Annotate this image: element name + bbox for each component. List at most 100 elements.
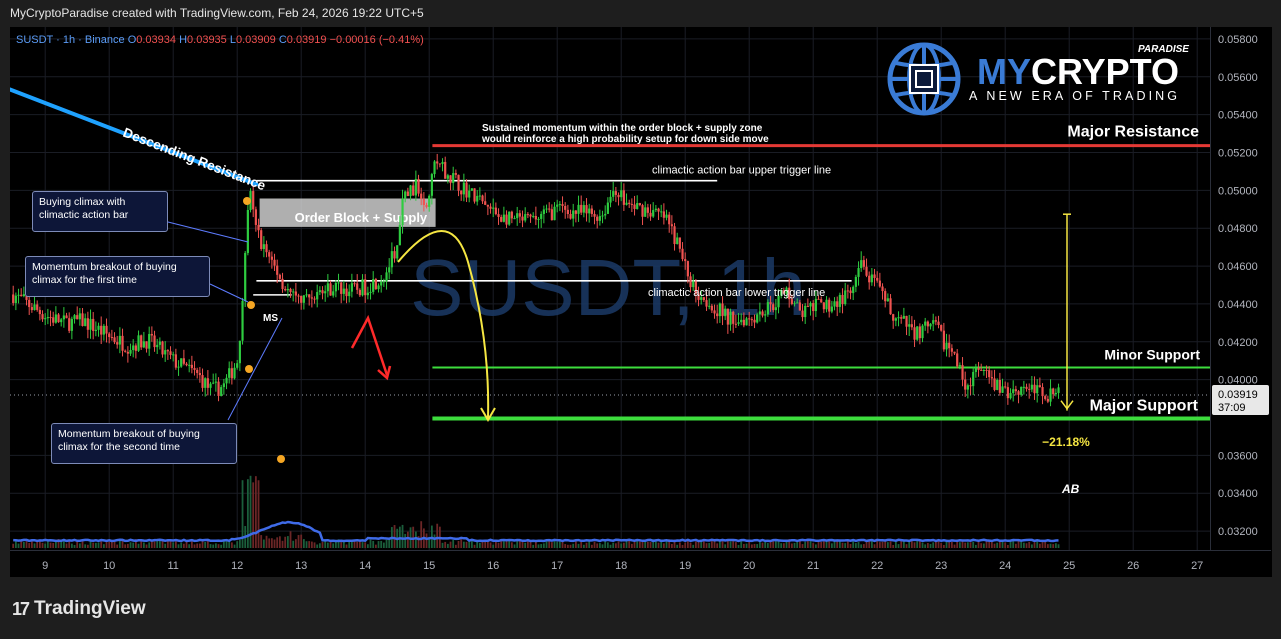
candle-body (148, 333, 151, 349)
volume-bar (921, 542, 924, 548)
volume-bar (550, 542, 553, 548)
candle-body (804, 305, 807, 318)
volume-bar (641, 541, 644, 548)
volume-bar (188, 544, 191, 548)
candle-body (940, 325, 943, 331)
candle-body (177, 366, 180, 368)
candle-body (132, 345, 135, 351)
tradingview-logo[interactable]: 17 TradingView (12, 598, 146, 620)
volume-bar (1030, 544, 1033, 548)
candle-body (748, 318, 751, 320)
volume-bar (126, 543, 129, 548)
candle-body (502, 214, 505, 222)
candle-body (396, 245, 399, 259)
countdown-label: 37:09 (1218, 402, 1246, 414)
volume-bar (404, 533, 407, 548)
candle-body (41, 314, 44, 320)
volume-bar (380, 540, 383, 548)
volume-bar (262, 539, 265, 548)
candle-body (268, 252, 271, 257)
candle-body (1020, 386, 1023, 395)
candle-body (1025, 386, 1028, 389)
volume-bar (46, 541, 49, 548)
minor-support-label: Minor Support (1104, 347, 1200, 363)
candle-body (486, 204, 489, 207)
volume-bar (436, 523, 439, 548)
volume-bar (678, 542, 681, 548)
volume-bar (28, 543, 31, 548)
volume-bar (950, 541, 953, 548)
chart-area[interactable]: SUSDT, 1h Order Block + Supply Descendin… (10, 27, 1210, 577)
note-connector (227, 317, 283, 421)
volume-bar (382, 542, 385, 548)
ohlc-legend[interactable]: SUSDT · 1h · Binance O0.03934 H0.03935 L… (16, 34, 424, 46)
volume-bar (289, 531, 292, 548)
volume-bar (929, 543, 932, 548)
volume-bar (537, 544, 540, 548)
volume-bar (566, 544, 569, 548)
volume-bar (582, 544, 585, 548)
candle-body (158, 341, 161, 345)
price-tick-label: 0.05200 (1218, 148, 1258, 160)
volume-bar (129, 542, 132, 548)
volume-bar (198, 543, 201, 548)
volume-bar (646, 541, 649, 548)
candle-body (44, 318, 47, 320)
candle-body (257, 224, 260, 231)
volume-bar (366, 544, 369, 548)
brand-tagline: A NEW ERA OF TRADING (969, 89, 1181, 103)
candle-body (526, 214, 529, 216)
volume-bar (588, 541, 591, 548)
volume-bar (870, 540, 873, 548)
candle-body (705, 300, 708, 307)
volume-bar (1052, 544, 1055, 548)
candle-body (857, 268, 860, 277)
candle-body (849, 290, 852, 294)
volume-bar (742, 543, 745, 548)
volume-bar (716, 543, 719, 548)
volume-bar (332, 543, 335, 548)
candle-body (353, 283, 356, 285)
volume-bar (284, 536, 287, 548)
candle-body (740, 319, 743, 323)
legend-high-value: 0.03935 (187, 34, 227, 46)
legend-close-label: C (278, 34, 287, 46)
volume-bar (644, 541, 647, 548)
volume-bar (692, 544, 695, 548)
candle-body (460, 190, 463, 195)
volume-bar (830, 543, 833, 548)
candle-body (660, 211, 663, 213)
candle-body (569, 214, 572, 219)
candle-body (670, 224, 673, 227)
candle-body (70, 318, 73, 331)
candle-body (356, 283, 359, 290)
volume-bar (412, 526, 415, 548)
volume-bar (254, 476, 257, 548)
candle-body (494, 207, 497, 215)
volume-bar (564, 544, 567, 548)
volume-bar (585, 542, 588, 548)
candle-body (358, 289, 361, 296)
candle-body (92, 318, 95, 331)
volume-bar (1041, 542, 1044, 548)
time-tick-label: 21 (807, 560, 819, 572)
volume-bar (465, 541, 468, 548)
candle-body (340, 282, 343, 294)
volume-bar (414, 531, 417, 548)
candle-body (860, 260, 863, 269)
time-axis[interactable]: 9 10 11 12 13 14 15 16 17 18 19 20 21 22 23 24 25 26 27 (10, 550, 1271, 578)
volume-bar (636, 540, 639, 548)
candle-body (646, 207, 649, 213)
price-axis[interactable]: 0.05800 0.05600 0.05400 0.05200 0.05000 0.048… (1210, 27, 1272, 577)
candle-body (897, 317, 900, 319)
candle-body (38, 309, 41, 315)
candle-body (913, 327, 916, 340)
candle-body (222, 383, 225, 388)
candle-body (996, 379, 999, 390)
candle-body (244, 252, 247, 301)
volume-bar (345, 544, 348, 548)
candle-body (998, 379, 1001, 393)
time-tick-label: 18 (615, 560, 627, 572)
volume-bar (116, 544, 119, 548)
volume-bar (809, 540, 812, 548)
